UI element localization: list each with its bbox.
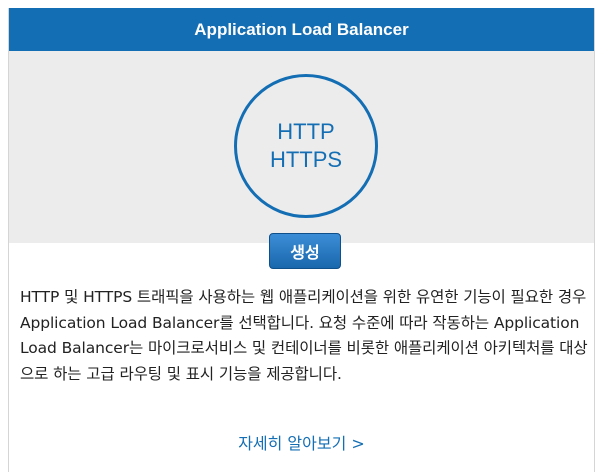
hero-area: HTTP HTTPS — [9, 51, 594, 243]
load-balancer-card: Application Load Balancer HTTP HTTPS 생성 … — [8, 8, 595, 472]
card-description: HTTP 및 HTTPS 트래픽을 사용하는 웹 애플리케이션을 위한 유연한 … — [20, 288, 588, 383]
protocol-icon: HTTP HTTPS — [234, 74, 378, 218]
card-title: Application Load Balancer — [9, 8, 594, 51]
protocol-https-label: HTTPS — [269, 147, 343, 172]
protocol-http-label: HTTP — [277, 119, 335, 144]
create-button[interactable]: 생성 — [269, 233, 341, 269]
learn-more-link[interactable]: 자세히 알아보기 > — [9, 430, 594, 454]
